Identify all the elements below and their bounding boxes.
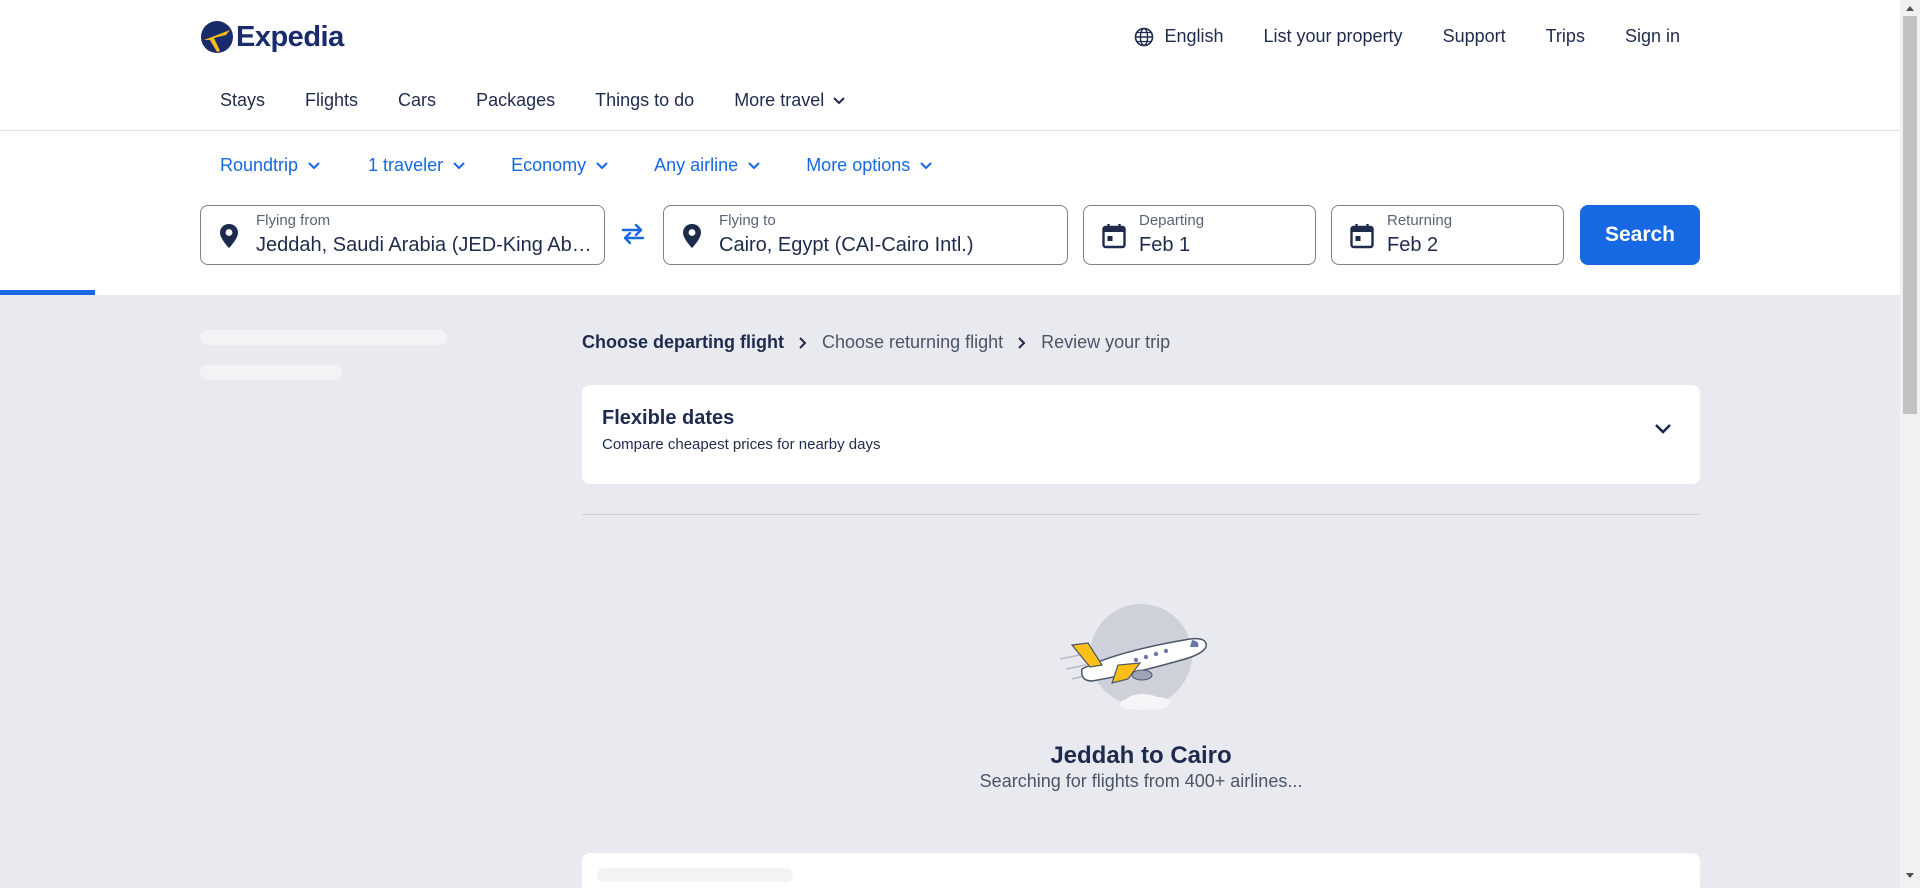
nav-packages[interactable]: Packages	[476, 90, 555, 111]
chevron-down-icon	[453, 161, 465, 169]
flight-search-panel: Roundtrip 1 traveler Economy Any airline…	[0, 131, 1900, 295]
chevron-down-icon[interactable]	[1654, 423, 1672, 435]
breadcrumb-step-departing: Choose departing flight	[582, 332, 784, 352]
trip-type-dropdown[interactable]: Roundtrip	[220, 155, 320, 176]
chevron-down-icon	[833, 96, 845, 104]
search-button[interactable]: Search	[1580, 205, 1700, 265]
globe-icon	[1135, 27, 1154, 46]
top-navigation: English List your property Support Trips…	[1134, 26, 1680, 47]
breadcrumb: Choose departing flight Choose returning…	[582, 332, 1170, 353]
flying-to-field[interactable]: Flying to Cairo, Egypt (CAI-Cairo Intl.)	[663, 205, 1068, 265]
departing-value: Feb 1	[1139, 234, 1191, 256]
chevron-down-icon	[748, 161, 760, 169]
nav-more-travel[interactable]: More travel	[734, 90, 846, 111]
departing-date-field[interactable]: Departing Feb 1	[1083, 205, 1316, 265]
route-title: Jeddah to Cairo	[1050, 742, 1232, 769]
language-selector[interactable]: English	[1134, 26, 1224, 47]
more-travel-label: More travel	[734, 90, 825, 110]
cabin-class-label: Economy	[511, 155, 587, 175]
airline-dropdown[interactable]: Any airline	[654, 155, 760, 176]
more-options-dropdown[interactable]: More options	[806, 155, 932, 176]
chevron-down-icon	[596, 161, 608, 169]
flexible-dates-card[interactable]: Flexible dates Compare cheapest prices f…	[582, 385, 1700, 484]
nav-things-to-do[interactable]: Things to do	[595, 90, 694, 111]
map-pin-icon	[683, 224, 701, 248]
chevron-right-icon	[799, 336, 807, 349]
airline-label: Any airline	[654, 155, 739, 175]
loading-progress-bar	[0, 290, 95, 295]
section-divider	[582, 514, 1700, 515]
skeleton-placeholder	[200, 330, 447, 345]
nav-stays[interactable]: Stays	[220, 90, 265, 111]
searching-status: Searching for flights from 400+ airlines…	[979, 771, 1303, 791]
skeleton-placeholder	[200, 365, 342, 380]
nav-cars[interactable]: Cars	[398, 90, 436, 111]
travelers-label: 1 traveler	[368, 155, 444, 175]
returning-date-field[interactable]: Returning Feb 2	[1331, 205, 1564, 265]
breadcrumb-step-review: Review your trip	[1041, 332, 1171, 352]
scrollbar-thumb[interactable]	[1903, 16, 1917, 414]
search-options: Roundtrip 1 traveler Economy Any airline…	[220, 155, 962, 176]
chevron-down-icon	[920, 161, 932, 169]
flying-from-field[interactable]: Flying from Jeddah, Saudi Arabia (JED-Ki…	[200, 205, 605, 265]
more-options-label: More options	[806, 155, 911, 175]
scroll-up-arrow-icon[interactable]	[1905, 4, 1915, 12]
flying-to-label: Flying to	[719, 212, 776, 229]
site-header: Expedia English List your property Suppo…	[0, 0, 1900, 131]
main-navigation: Stays Flights Cars Packages Things to do…	[220, 90, 846, 111]
logo-wordmark: Expedia	[236, 20, 344, 53]
calendar-icon	[1350, 224, 1374, 249]
support-link[interactable]: Support	[1443, 26, 1506, 47]
departing-label: Departing	[1139, 212, 1205, 229]
flexible-dates-subtitle: Compare cheapest prices for nearby days	[602, 436, 881, 453]
breadcrumb-step-returning: Choose returning flight	[822, 332, 1004, 352]
returning-label: Returning	[1387, 212, 1453, 229]
flying-from-label: Flying from	[256, 212, 331, 229]
cabin-class-dropdown[interactable]: Economy	[511, 155, 608, 176]
trips-link[interactable]: Trips	[1546, 26, 1585, 47]
list-property-link[interactable]: List your property	[1264, 26, 1403, 47]
flying-from-value: Jeddah, Saudi Arabia (JED-King Abdulaziz…	[256, 234, 596, 256]
language-label: English	[1164, 26, 1224, 46]
chevron-right-icon	[1018, 336, 1026, 349]
chevron-down-icon	[308, 161, 320, 169]
flexible-dates-title: Flexible dates	[602, 407, 735, 429]
sign-in-link[interactable]: Sign in	[1625, 26, 1680, 47]
airplane-illustration	[1059, 604, 1207, 710]
travelers-dropdown[interactable]: 1 traveler	[368, 155, 465, 176]
swap-icon[interactable]	[620, 223, 646, 245]
nav-flights[interactable]: Flights	[305, 90, 358, 111]
calendar-icon	[1102, 224, 1126, 249]
flying-to-value: Cairo, Egypt (CAI-Cairo Intl.)	[719, 234, 974, 256]
result-card-skeleton	[582, 853, 1700, 888]
expedia-logo-icon	[201, 21, 233, 53]
scroll-down-arrow-icon[interactable]	[1905, 872, 1915, 880]
expedia-logo[interactable]: Expedia	[200, 18, 344, 56]
vertical-scrollbar[interactable]	[1900, 0, 1920, 888]
skeleton-placeholder	[597, 868, 793, 882]
map-pin-icon	[220, 224, 238, 248]
returning-value: Feb 2	[1387, 234, 1439, 256]
trip-type-label: Roundtrip	[220, 155, 299, 175]
